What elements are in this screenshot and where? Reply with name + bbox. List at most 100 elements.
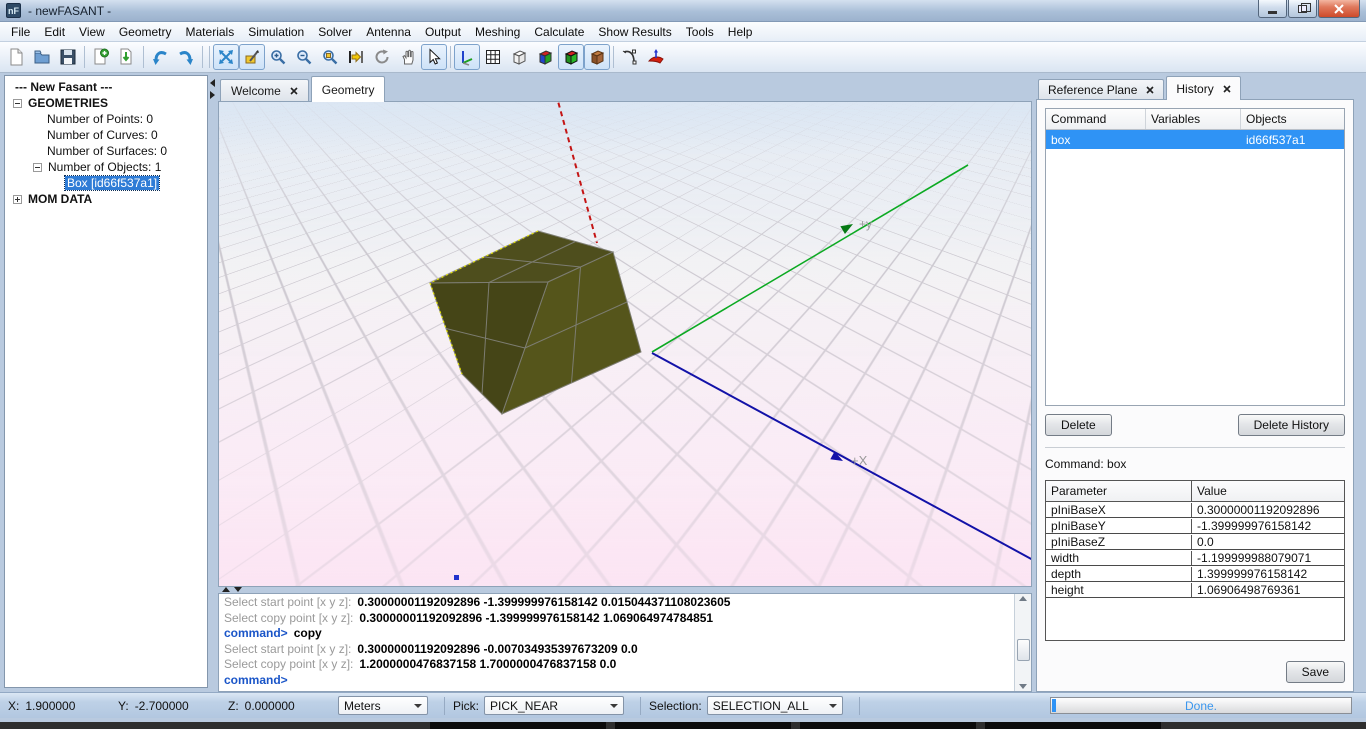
reference-plane-button[interactable] bbox=[643, 44, 669, 70]
taskbar-button[interactable] bbox=[615, 722, 791, 729]
expand-icon[interactable] bbox=[13, 194, 22, 204]
zoom-window-button[interactable] bbox=[239, 44, 265, 70]
collapse-icon[interactable] bbox=[33, 162, 42, 172]
redo-button[interactable] bbox=[173, 44, 199, 70]
scroll-up-icon[interactable] bbox=[1019, 596, 1027, 601]
column-header[interactable]: Objects bbox=[1241, 109, 1344, 129]
collapse-up-icon[interactable] bbox=[222, 587, 230, 592]
units-dropdown[interactable]: Meters bbox=[338, 696, 428, 715]
menu-view[interactable]: View bbox=[72, 23, 112, 41]
column-header[interactable]: Command bbox=[1046, 109, 1146, 129]
parameter-row[interactable]: height 1.06906498769361 bbox=[1046, 582, 1344, 598]
scroll-down-icon[interactable] bbox=[1019, 684, 1027, 689]
menu-show-results[interactable]: Show Results bbox=[591, 23, 678, 41]
menu-calculate[interactable]: Calculate bbox=[527, 23, 591, 41]
new-project-button[interactable] bbox=[88, 44, 114, 70]
tree-item-objects[interactable]: Number of Objects: 1 bbox=[5, 159, 207, 175]
status-bar: X: 1.900000 Y: -2.700000 Z: 0.000000 Meters… bbox=[0, 692, 1366, 718]
console-line: Select start point [x y z]: 0.30000001192… bbox=[224, 641, 638, 656]
tree-item-box[interactable]: Box [id66f537a1] bbox=[5, 175, 207, 191]
menu-output[interactable]: Output bbox=[418, 23, 468, 41]
box-object[interactable] bbox=[429, 230, 642, 415]
close-tab-icon[interactable] bbox=[290, 87, 298, 95]
menu-materials[interactable]: Materials bbox=[179, 23, 242, 41]
history-row-selected[interactable]: box id66f537a1 bbox=[1046, 130, 1344, 149]
vertex-point[interactable] bbox=[454, 575, 459, 580]
menu-edit[interactable]: Edit bbox=[37, 23, 72, 41]
tree-item-curves[interactable]: Number of Curves: 0 bbox=[5, 127, 207, 143]
column-header[interactable]: Value bbox=[1192, 481, 1344, 501]
parameter-row[interactable]: width -1.199999988079071 bbox=[1046, 550, 1344, 566]
select-cursor-button[interactable] bbox=[421, 44, 447, 70]
close-tab-icon[interactable] bbox=[1146, 86, 1154, 94]
pan-button[interactable] bbox=[395, 44, 421, 70]
rotate-view-button[interactable] bbox=[369, 44, 395, 70]
import-button[interactable] bbox=[114, 44, 140, 70]
viewport-3d[interactable]: +y +X bbox=[218, 101, 1032, 587]
taskbar-button[interactable] bbox=[985, 722, 1161, 729]
menu-simulation[interactable]: Simulation bbox=[241, 23, 311, 41]
collapse-right-icon[interactable] bbox=[210, 91, 215, 99]
menu-file[interactable]: File bbox=[4, 23, 37, 41]
minimize-button[interactable] bbox=[1258, 0, 1287, 18]
axes-view-button[interactable] bbox=[454, 44, 480, 70]
open-button[interactable] bbox=[29, 44, 55, 70]
parameter-row[interactable]: depth 1.399999976158142 bbox=[1046, 566, 1344, 582]
vertical-splitter[interactable] bbox=[208, 73, 218, 692]
menu-help[interactable]: Help bbox=[721, 23, 760, 41]
new-file-button[interactable] bbox=[3, 44, 29, 70]
tree-item-geometries[interactable]: GEOMETRIES bbox=[5, 95, 207, 111]
collapse-left-icon[interactable] bbox=[210, 79, 215, 87]
menu-meshing[interactable]: Meshing bbox=[468, 23, 527, 41]
zoom-in-button[interactable] bbox=[265, 44, 291, 70]
tab-history[interactable]: History bbox=[1166, 76, 1241, 100]
tree-root[interactable]: --- New Fasant --- bbox=[5, 79, 207, 95]
zoom-fit-button[interactable] bbox=[213, 44, 239, 70]
zoom-select-button[interactable] bbox=[317, 44, 343, 70]
zoom-out-button[interactable] bbox=[291, 44, 317, 70]
pick-dropdown[interactable]: PICK_NEAR bbox=[484, 696, 625, 715]
save-button[interactable] bbox=[55, 44, 81, 70]
restore-button[interactable] bbox=[1288, 0, 1317, 18]
undo-button[interactable] bbox=[147, 44, 173, 70]
column-header[interactable]: Variables bbox=[1146, 109, 1241, 129]
save-parameters-button[interactable]: Save bbox=[1285, 661, 1345, 683]
tab-welcome[interactable]: Welcome bbox=[220, 79, 309, 102]
parameter-row[interactable]: pIniBaseZ 0.0 bbox=[1046, 534, 1344, 550]
selection-dropdown[interactable]: SELECTION_ALL bbox=[706, 696, 843, 715]
tree-item-surfaces[interactable]: Number of Surfaces: 0 bbox=[5, 143, 207, 159]
menu-tools[interactable]: Tools bbox=[679, 23, 721, 41]
close-tab-icon[interactable] bbox=[1223, 84, 1231, 93]
command-console[interactable]: Select start point [x y z]: 0.30000001192… bbox=[218, 593, 1032, 692]
menu-geometry[interactable]: Geometry bbox=[112, 23, 179, 41]
title-bar[interactable]: nF - newFASANT - bbox=[0, 0, 1366, 22]
textured-view-button[interactable] bbox=[584, 44, 610, 70]
tab-geometry[interactable]: Geometry bbox=[310, 76, 386, 102]
move-button[interactable] bbox=[343, 44, 369, 70]
column-header[interactable]: Parameter bbox=[1046, 481, 1192, 501]
flat-view-button[interactable] bbox=[532, 44, 558, 70]
delete-history-button[interactable]: Delete History bbox=[1237, 414, 1345, 436]
menu-antenna[interactable]: Antenna bbox=[359, 23, 418, 41]
delete-button[interactable]: Delete bbox=[1045, 414, 1112, 436]
parameter-row[interactable]: pIniBaseY -1.399999976158142 bbox=[1046, 518, 1344, 534]
grid-view-button[interactable] bbox=[480, 44, 506, 70]
console-scrollbar[interactable] bbox=[1014, 594, 1031, 691]
taskbar-button[interactable] bbox=[430, 722, 606, 729]
solid-view-button[interactable] bbox=[558, 44, 584, 70]
tab-reference-plane[interactable]: Reference Plane bbox=[1038, 79, 1165, 100]
tree-item-mom-data[interactable]: MOM DATA bbox=[5, 191, 207, 207]
collapse-down-icon[interactable] bbox=[234, 587, 242, 592]
menu-solver[interactable]: Solver bbox=[311, 23, 359, 41]
parameter-row[interactable]: pIniBaseX 0.30000001192092896 bbox=[1046, 502, 1344, 518]
redo-icon bbox=[179, 51, 193, 65]
rotate-angle-icon bbox=[622, 49, 637, 65]
taskbar-button[interactable] bbox=[800, 722, 976, 729]
tree-item-points[interactable]: Number of Points: 0 bbox=[5, 111, 207, 127]
close-button[interactable] bbox=[1318, 0, 1360, 18]
collapse-icon[interactable] bbox=[13, 98, 22, 108]
rotate-angle-button[interactable] bbox=[617, 44, 643, 70]
wireframe-view-button[interactable] bbox=[506, 44, 532, 70]
scroll-thumb[interactable] bbox=[1016, 639, 1030, 661]
horizontal-splitter[interactable] bbox=[218, 587, 1032, 593]
